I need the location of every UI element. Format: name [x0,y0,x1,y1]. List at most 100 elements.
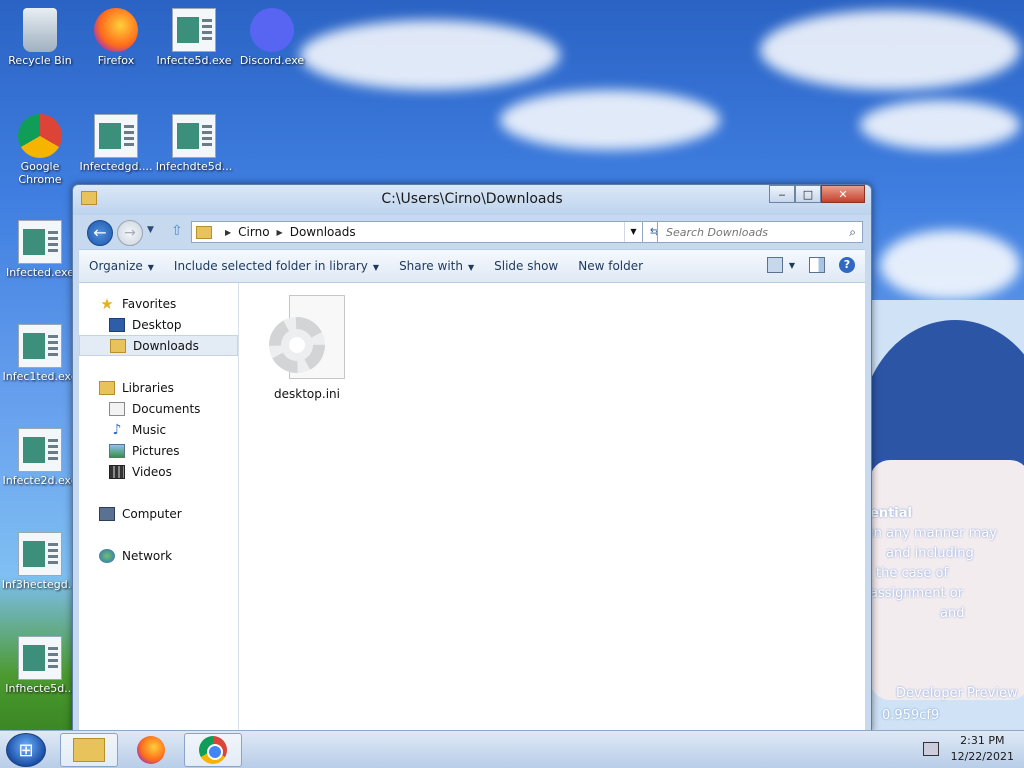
back-button[interactable]: ← [87,220,113,246]
exe-file-icon [18,636,62,680]
nav-documents[interactable]: Documents [79,398,238,419]
window-titlebar[interactable]: C:\Users\Cirno\Downloads ‒ □ ✕ [73,185,871,215]
exe-file-icon [94,114,138,158]
wallpaper-cloud [880,230,1020,300]
slide-show-button[interactable]: Slide show [484,259,568,273]
nav-downloads[interactable]: Downloads [79,335,238,356]
desktop-icon-infechdte5d[interactable]: Infechdte5d... [154,114,234,173]
desktop-icon-firefox[interactable]: Firefox [76,8,156,67]
address-bar[interactable]: ▶ Cirno ▶ Downloads ▼ [191,221,643,243]
breadcrumb-cirno[interactable]: Cirno [238,225,269,239]
desktop-icon-label: Infhecte5d... [5,682,75,695]
address-dropdown-button[interactable]: ▼ [624,222,642,242]
chevron-right-icon[interactable]: ▶ [225,228,231,237]
nav-videos[interactable]: Videos [79,461,238,482]
chevron-down-icon: ▼ [372,263,380,272]
include-in-library-button[interactable]: Include selected folder in library ▼ [164,259,389,273]
forward-button[interactable]: → [117,220,143,246]
clock-time: 2:31 PM [960,734,1005,747]
exe-file-icon [18,532,62,576]
up-arrow-icon[interactable]: ⇧ [171,224,185,240]
desktop-icon-label: Infectedgd.... [79,160,153,173]
close-button[interactable]: ✕ [821,185,865,203]
desktop-icon-recycle-bin[interactable]: Recycle Bin [0,8,80,67]
chrome-icon [18,114,62,158]
desktop-icon-infecte5d[interactable]: Infecte5d.exe [154,8,234,67]
breadcrumb-downloads[interactable]: Downloads [290,225,356,239]
exe-file-icon [18,324,62,368]
desktop-icon-label: Infecte2d.exe [2,474,78,487]
explorer-window[interactable]: C:\Users\Cirno\Downloads ‒ □ ✕ ← → ▼ ⇧ ▶… [72,184,872,732]
help-icon[interactable]: ? [839,257,855,273]
preview-pane-icon[interactable] [809,257,825,273]
desktop-icon-infhecte5d[interactable]: Infhecte5d... [0,636,80,695]
clock[interactable]: 2:31 PM 12/22/2021 [951,733,1014,765]
videos-icon [109,464,125,479]
nav-label: Desktop [132,317,182,332]
nav-network[interactable]: Network [79,545,238,566]
desktop-icon-google-chrome[interactable]: Google Chrome [0,114,80,186]
taskbar-firefox[interactable] [122,733,180,767]
maximize-button[interactable]: □ [795,185,821,203]
new-folder-button[interactable]: New folder [568,259,653,273]
chevron-down-icon[interactable]: ▼ [789,261,795,270]
exe-file-icon [172,8,216,52]
nav-music[interactable]: ♪ Music [79,419,238,440]
command-bar: Organize ▼ Include selected folder in lib… [79,249,865,283]
libraries-icon [99,380,115,395]
search-box[interactable]: ⌕ [657,221,863,243]
nav-desktop[interactable]: Desktop [79,314,238,335]
nav-pictures[interactable]: Pictures [79,440,238,461]
wallpaper-cloud [500,90,720,150]
desktop-icon-label: Infec1ted.exe [2,370,78,383]
file-list[interactable]: desktop.ini [239,283,865,731]
taskbar-explorer[interactable] [60,733,118,767]
nav-label: Favorites [122,296,177,311]
clock-date: 12/22/2021 [950,750,1014,763]
window-title: C:\Users\Cirno\Downloads [381,191,563,207]
wallpaper-cloud [300,20,560,90]
search-input[interactable] [658,222,836,242]
windows-logo-icon: ⊞ [18,739,34,761]
wallpaper-text: in any manner may [870,526,997,541]
desktop-icon-inf3hectegd[interactable]: Inf3hectegd... [0,532,80,591]
wallpaper-text: 0.959cf9 [882,708,940,723]
desktop-icon-infectedgd[interactable]: Infectedgd.... [76,114,156,173]
share-with-button[interactable]: Share with ▼ [389,259,484,273]
firefox-icon [94,8,138,52]
nav-libraries[interactable]: Libraries [79,377,238,398]
discord-icon [250,8,294,52]
explorer-body: ★ Favorites Desktop Downloads Libraries D… [79,283,865,731]
chevron-right-icon[interactable]: ▶ [277,228,283,237]
desktop-icon-label: Recycle Bin [8,54,72,67]
change-view-icon[interactable] [766,257,783,273]
desktop-icon-label: Discord.exe [239,54,305,67]
file-name: desktop.ini [274,387,340,401]
start-button[interactable]: ⊞ [6,733,46,767]
desktop-icon-infected[interactable]: Infected.exe [0,220,80,279]
nav-computer[interactable]: Computer [79,503,238,524]
documents-icon [109,401,125,416]
search-icon[interactable]: ⌕ [849,225,856,240]
taskbar-chrome[interactable] [184,733,242,767]
desktop-icon-discord[interactable]: Discord.exe [232,8,312,67]
wallpaper-text: the case of [876,566,949,581]
nav-label: Pictures [132,443,180,458]
desktop-icon [109,317,125,332]
organize-button[interactable]: Organize ▼ [79,259,164,273]
file-item-desktop-ini[interactable]: desktop.ini [259,295,355,401]
exe-file-icon [18,428,62,472]
nav-label: Libraries [122,380,174,395]
desktop-icon-label: Infechdte5d... [155,160,233,173]
nav-favorites[interactable]: ★ Favorites [79,293,238,314]
minimize-button[interactable]: ‒ [769,185,795,203]
settings-file-icon [267,295,347,387]
wallpaper-character-art: ential in any manner may and including t… [860,300,1024,730]
system-tray: 2:31 PM 12/22/2021 [922,733,1014,765]
recent-pages-dropdown[interactable]: ▼ [147,225,159,239]
network-icon [99,548,115,563]
wallpaper-text: and [940,606,965,621]
network-status-icon[interactable] [922,742,939,756]
desktop-icon-infec1ted[interactable]: Infec1ted.exe [0,324,80,383]
desktop-icon-infecte2d[interactable]: Infecte2d.exe [0,428,80,487]
